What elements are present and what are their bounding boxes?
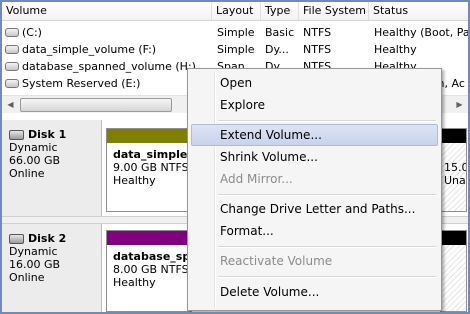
context-menu: Open Explore Extend Volume... Shrink Vol… xyxy=(187,68,442,311)
disk-size: 66.00 GB xyxy=(9,154,61,167)
scroll-thumb[interactable] xyxy=(20,98,172,112)
menu-item-change-drive-letter[interactable]: Change Drive Letter and Paths... xyxy=(191,198,438,220)
volume-layout: Simple xyxy=(217,43,255,56)
disk-state: Online xyxy=(9,167,45,180)
column-type[interactable]: Type xyxy=(261,2,299,20)
unallocated-status: Unal xyxy=(444,174,466,187)
partition-unallocated[interactable]: 15.00 Unal xyxy=(440,128,467,212)
menu-separator xyxy=(218,120,436,122)
volume-icon xyxy=(5,45,19,54)
volume-status: Healthy xyxy=(374,43,417,56)
menu-item-delete-volume[interactable]: Delete Volume... xyxy=(191,281,438,303)
disk-2-label[interactable]: Disk 2 Dynamic 16.00 GB Online xyxy=(2,224,102,312)
partition-size: 8.00 GB NTFS xyxy=(113,263,189,276)
partition-data-simple-volume[interactable]: data_simple_ 9.00 GB NTFS Healthy xyxy=(106,128,192,212)
column-status[interactable]: Status xyxy=(369,2,468,20)
partition-color-bar xyxy=(441,231,466,245)
menu-item-open[interactable]: Open xyxy=(191,72,438,94)
volume-icon xyxy=(5,28,19,37)
partition-status: Healthy xyxy=(113,276,156,289)
partition-unallocated-disk-2[interactable] xyxy=(440,230,467,312)
volume-layout: Simple xyxy=(217,26,255,39)
volume-name: System Reserved (E:) xyxy=(22,77,141,90)
partition-status: Healthy xyxy=(113,174,156,187)
volume-fs: NTFS xyxy=(303,26,332,39)
disk-state: Online xyxy=(9,271,45,284)
menu-item-explore[interactable]: Explore xyxy=(191,94,438,116)
menu-item-format[interactable]: Format... xyxy=(191,220,438,242)
disk-kind: Dynamic xyxy=(9,245,58,258)
disk-title: Disk 2 xyxy=(28,232,67,245)
scroll-left-icon[interactable]: ◀ xyxy=(2,96,19,113)
partition-color-bar xyxy=(107,231,191,245)
disk-management-window: Volume Layout Type File System Status (C… xyxy=(0,0,470,314)
unallocated-size: 15.00 xyxy=(444,161,466,174)
scroll-right-icon[interactable]: ▶ xyxy=(451,96,468,113)
volume-type: Basic xyxy=(265,26,295,39)
partition-color-bar xyxy=(107,129,191,143)
menu-item-extend-volume[interactable]: Extend Volume... xyxy=(191,124,438,146)
partition-name: database_spa xyxy=(113,250,191,263)
partition-name: data_simple_ xyxy=(113,148,191,161)
menu-separator xyxy=(218,246,436,248)
menu-separator xyxy=(218,194,436,196)
column-volume[interactable]: Volume xyxy=(2,2,212,20)
volume-name: data_simple_volume (F:) xyxy=(22,43,157,56)
menu-item-shrink-volume[interactable]: Shrink Volume... xyxy=(191,146,438,168)
volume-row[interactable]: data_simple_volume (F:) Simple Dy... NTF… xyxy=(2,41,468,58)
volume-row[interactable]: (C:) Simple Basic NTFS Healthy (Boot, Pa… xyxy=(2,24,468,41)
volume-name: (C:) xyxy=(22,26,42,39)
volume-icon xyxy=(5,79,19,88)
partition-color-bar xyxy=(441,129,466,143)
column-header: Volume Layout Type File System Status xyxy=(2,2,468,21)
column-layout[interactable]: Layout xyxy=(212,2,261,20)
disk-size: 16.00 GB xyxy=(9,258,61,271)
partition-size: 9.00 GB NTFS xyxy=(113,161,189,174)
volume-type: Dy... xyxy=(265,43,289,56)
disk-icon xyxy=(9,233,24,244)
volume-icon xyxy=(5,62,19,71)
disk-icon xyxy=(9,129,24,140)
volume-name: database_spanned_volume (H:) xyxy=(22,60,196,73)
disk-title: Disk 1 xyxy=(28,128,67,141)
volume-fs: NTFS xyxy=(303,43,332,56)
volume-status: Healthy (Boot, Pag xyxy=(374,26,468,39)
menu-item-reactivate-volume: Reactivate Volume xyxy=(220,254,333,268)
disk-1-label[interactable]: Disk 1 Dynamic 66.00 GB Online xyxy=(2,120,102,216)
menu-item-add-mirror: Add Mirror... xyxy=(220,172,293,186)
partition-database-spanned-volume[interactable]: database_spa 8.00 GB NTFS Healthy xyxy=(106,230,192,312)
menu-separator xyxy=(218,276,436,278)
column-file-system[interactable]: File System xyxy=(299,2,369,20)
disk-kind: Dynamic xyxy=(9,141,58,154)
